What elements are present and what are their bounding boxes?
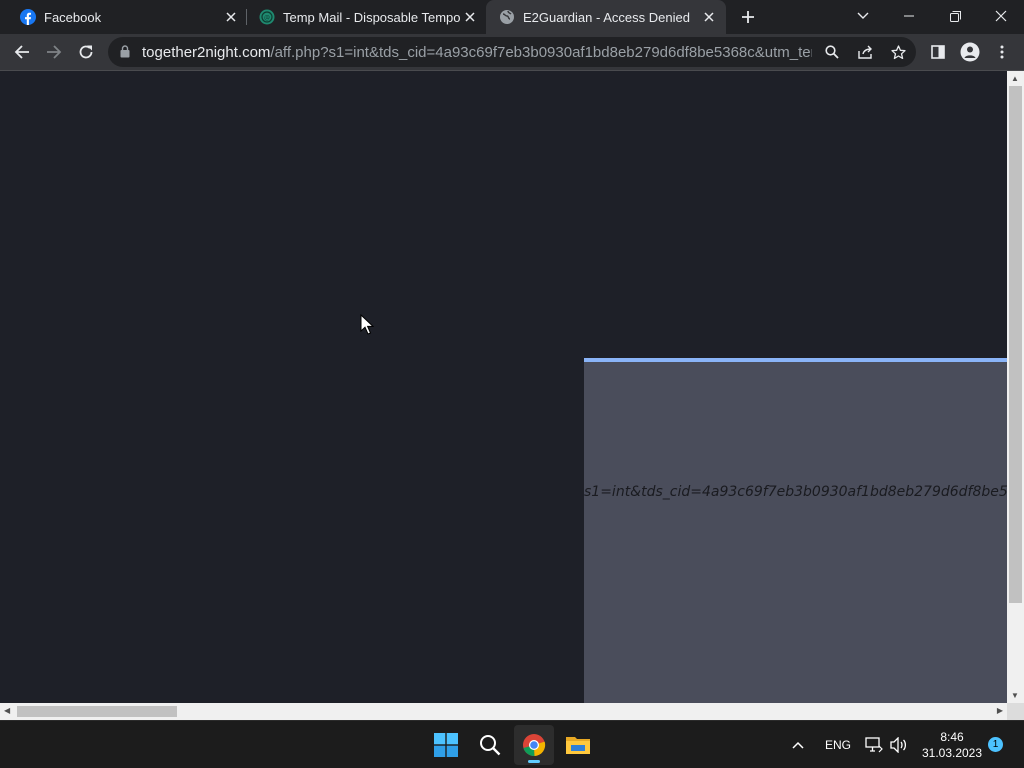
- share-icon: [858, 45, 872, 59]
- close-window-button[interactable]: [978, 0, 1024, 32]
- tab-e2guardian[interactable]: E2Guardian - Access Denied: [486, 0, 726, 34]
- horizontal-scroll-thumb[interactable]: [17, 706, 177, 717]
- taskbar: ENG 8:46 31.03.2023 1: [0, 720, 1024, 768]
- restore-icon: [949, 10, 961, 22]
- search-button[interactable]: [470, 725, 510, 765]
- chevron-up-icon: [792, 741, 804, 749]
- url-host: together2night.com: [142, 44, 271, 61]
- new-tab-button[interactable]: [737, 6, 759, 28]
- page-viewport: s1=int&tds_cid=4a93c69f7eb3b0930af1bd8eb…: [0, 71, 1007, 703]
- tab-title: Facebook: [44, 9, 102, 25]
- scroll-right-icon[interactable]: ▶: [997, 706, 1003, 715]
- facebook-icon: [20, 9, 36, 25]
- side-panel-button[interactable]: [924, 38, 952, 66]
- search-icon: [825, 45, 839, 59]
- menu-button[interactable]: [988, 38, 1016, 66]
- chrome-icon: [523, 734, 546, 757]
- globe-icon: [500, 10, 514, 24]
- more-vert-icon: [1000, 45, 1004, 59]
- taskbar-file-explorer[interactable]: [558, 725, 598, 765]
- active-indicator: [528, 760, 540, 763]
- scroll-left-icon[interactable]: ◀: [4, 706, 10, 715]
- url-text[interactable]: together2night.com/aff.php?s1=int&tds_ci…: [142, 44, 812, 61]
- star-icon: [890, 44, 906, 59]
- url-path: /aff.php?s1=int&tds_cid=4a93c69f7eb3b093…: [270, 44, 812, 61]
- scroll-down-icon[interactable]: ▼: [1011, 691, 1019, 700]
- tab-facebook[interactable]: Facebook: [0, 0, 246, 34]
- taskbar-chrome[interactable]: [514, 725, 554, 765]
- tab-search-button[interactable]: [840, 0, 886, 32]
- profile-button[interactable]: [956, 38, 984, 66]
- address-bar[interactable]: together2night.com/aff.php?s1=int&tds_ci…: [108, 37, 916, 67]
- vertical-scrollbar[interactable]: ▲ ▼: [1007, 71, 1024, 703]
- chevron-down-icon: [857, 12, 869, 19]
- minimize-button[interactable]: [886, 0, 932, 32]
- tab-title: E2Guardian - Access Denied: [523, 9, 690, 25]
- minimize-icon: [904, 15, 914, 17]
- back-button[interactable]: [8, 38, 36, 66]
- search-icon: [480, 735, 501, 756]
- back-arrow-icon: [14, 45, 29, 59]
- plus-icon: [742, 11, 754, 23]
- close-tab-icon[interactable]: [700, 8, 718, 26]
- tab-temp-mail[interactable]: @ Temp Mail - Disposable Temporary Email: [239, 0, 485, 34]
- query-string-text: s1=int&tds_cid=4a93c69f7eb3b0930af1bd8eb…: [584, 484, 1007, 500]
- mouse-cursor-icon: [360, 314, 374, 335]
- content-panel: s1=int&tds_cid=4a93c69f7eb3b0930af1bd8eb…: [584, 358, 1007, 703]
- browser-toolbar: together2night.com/aff.php?s1=int&tds_ci…: [0, 34, 1024, 71]
- close-icon: [995, 10, 1007, 22]
- horizontal-scrollbar[interactable]: ◀ ▶: [0, 703, 1007, 720]
- scroll-up-icon[interactable]: ▲: [1011, 74, 1019, 83]
- bookmark-button[interactable]: [888, 42, 908, 62]
- forward-button[interactable]: [40, 38, 68, 66]
- system-clock[interactable]: 8:46 31.03.2023: [916, 729, 988, 761]
- restore-button[interactable]: [932, 0, 978, 32]
- scrollbar-corner: [1007, 703, 1024, 720]
- clock-time: 8:46: [940, 730, 964, 744]
- side-panel-icon: [931, 45, 945, 59]
- forward-arrow-icon: [47, 45, 62, 59]
- svg-text:@: @: [264, 15, 270, 22]
- tab-strip: Facebook @ Temp Mail - Disposable Tempor…: [0, 0, 1024, 34]
- tab-title: Temp Mail - Disposable Temporary Email: [283, 9, 461, 25]
- windows-start-icon: [434, 733, 458, 757]
- network-icon[interactable]: [865, 737, 883, 753]
- language-indicator[interactable]: ENG: [825, 738, 851, 752]
- close-tab-icon[interactable]: [222, 8, 240, 26]
- vertical-scroll-thumb[interactable]: [1009, 86, 1022, 603]
- reload-icon: [79, 45, 93, 59]
- reload-button[interactable]: [72, 38, 100, 66]
- tempmail-icon: @: [259, 9, 275, 25]
- clock-date: 31.03.2023: [921, 746, 983, 760]
- folder-icon: [566, 737, 590, 754]
- lock-icon: [120, 45, 130, 58]
- share-button[interactable]: [856, 42, 876, 62]
- volume-icon[interactable]: [890, 737, 908, 753]
- start-button[interactable]: [426, 725, 466, 765]
- show-hidden-icons-button[interactable]: [790, 737, 806, 753]
- profile-icon: [960, 42, 980, 62]
- close-tab-icon[interactable]: [461, 8, 479, 26]
- notification-badge[interactable]: 1: [988, 737, 1003, 752]
- zoom-search-button[interactable]: [822, 42, 842, 62]
